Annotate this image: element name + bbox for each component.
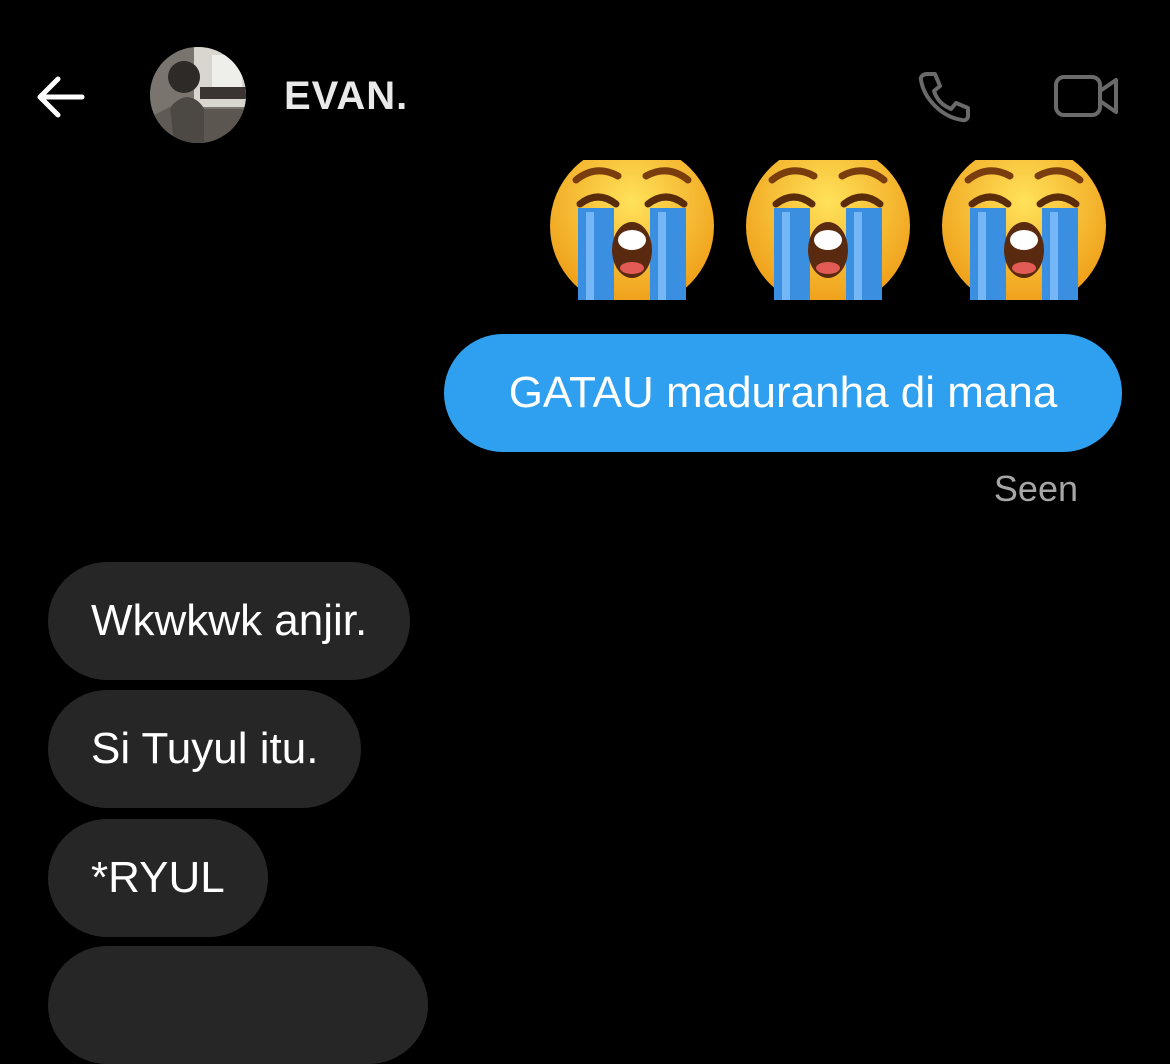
outgoing-emoji-message[interactable] (548, 160, 1113, 300)
loudly-crying-face-emoji (942, 160, 1106, 300)
avatar-photo (150, 47, 246, 143)
video-call-button[interactable] (1050, 68, 1124, 124)
phone-icon (918, 72, 970, 123)
outgoing-message-bubble[interactable]: GATAU maduranha di mana (444, 334, 1122, 452)
avatar[interactable] (150, 47, 246, 143)
incoming-message-bubble[interactable]: *RYUL (48, 819, 268, 937)
video-camera-icon (1054, 75, 1118, 117)
outgoing-message-text: GATAU maduranha di mana (508, 368, 1058, 417)
seen-status: Seen (993, 468, 1078, 509)
arrow-left-icon (37, 76, 85, 118)
loudly-crying-face-emoji (746, 160, 910, 300)
incoming-message-bubble-partial[interactable] (48, 946, 428, 1064)
chat-header: EVAN. (0, 0, 1170, 160)
incoming-message-text: *RYUL (91, 853, 225, 902)
back-button[interactable] (30, 70, 90, 124)
incoming-message-bubble[interactable]: Wkwkwk anjir. (48, 562, 411, 680)
loudly-crying-face-emoji (550, 160, 714, 300)
voice-call-button[interactable] (910, 66, 976, 126)
contact-name[interactable]: EVAN. (284, 74, 408, 119)
incoming-message-text: Si Tuyul itu. (91, 724, 319, 773)
incoming-message-bubble[interactable]: Si Tuyul itu. (48, 690, 362, 808)
incoming-message-text: Wkwkwk anjir. (91, 596, 368, 645)
